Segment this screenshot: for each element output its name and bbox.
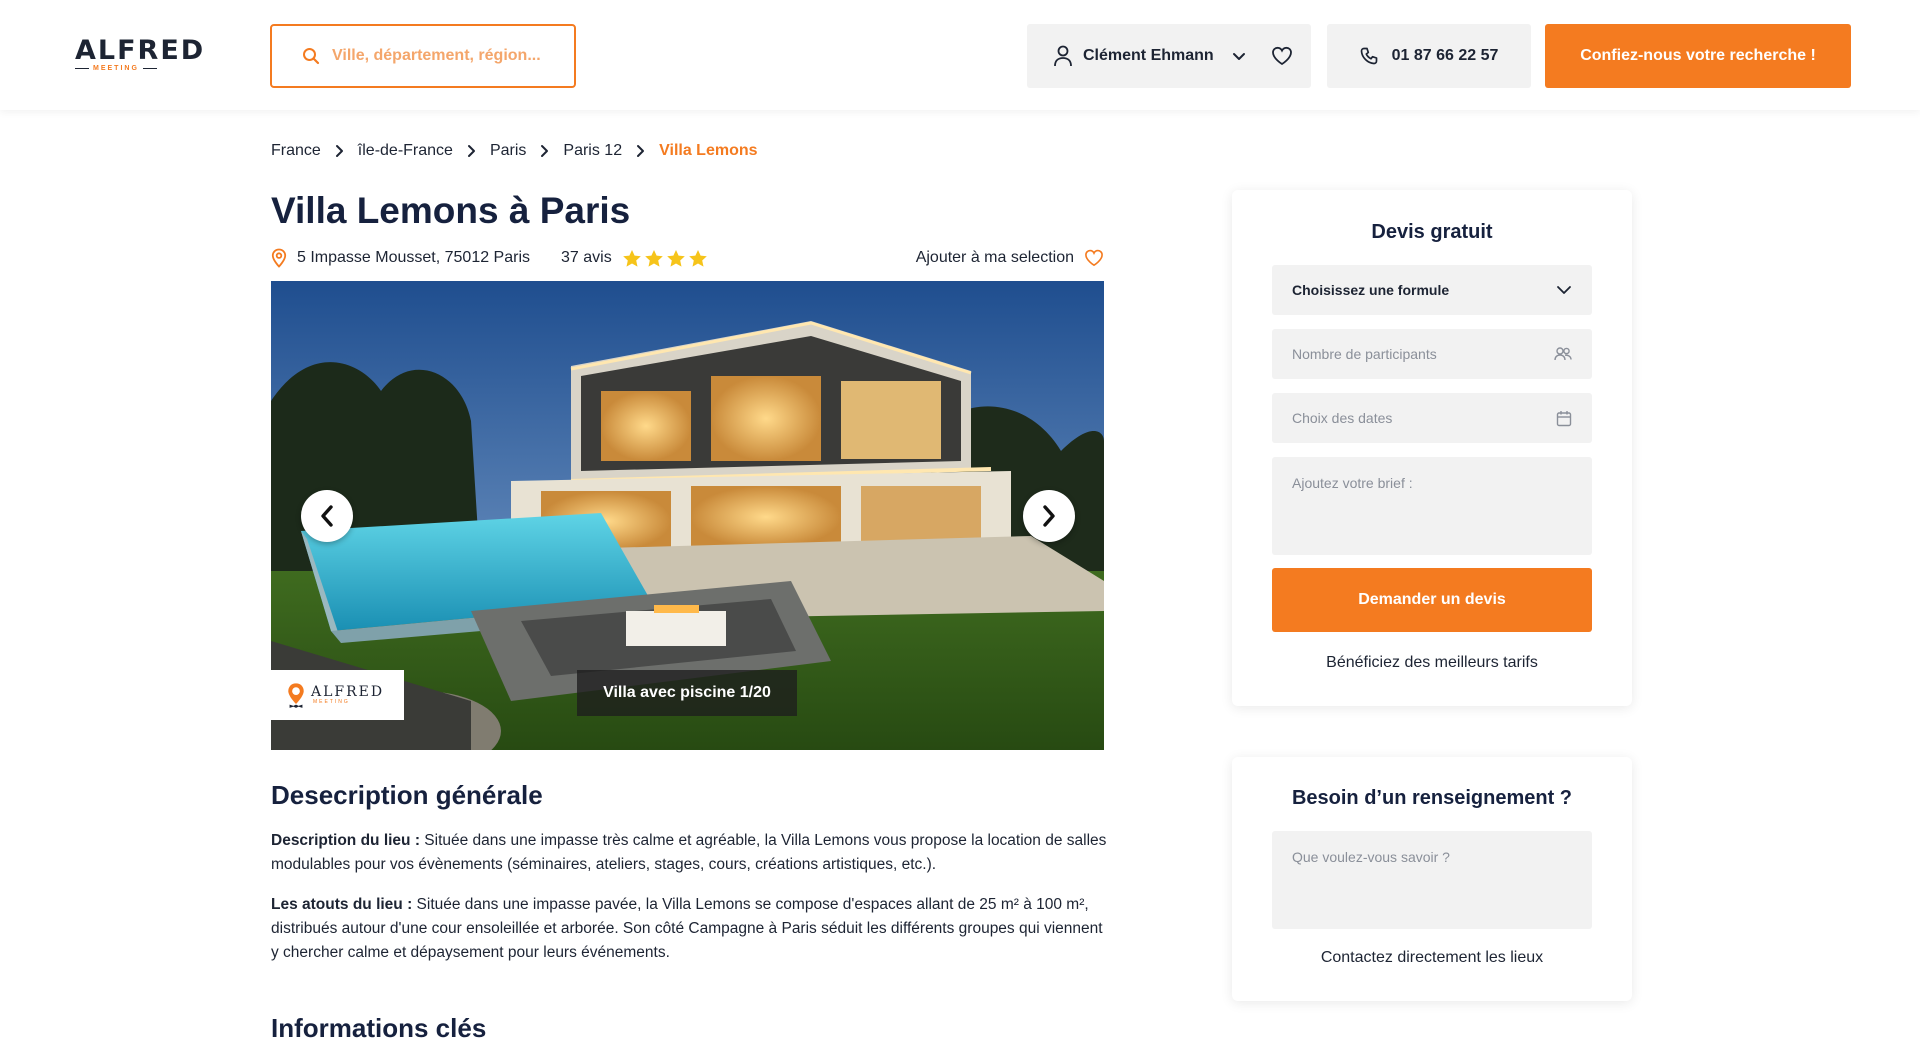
chevron-right-icon [636,144,645,158]
breadcrumb-item-paris-12[interactable]: Paris 12 [563,142,622,160]
assets-label: Les atouts du lieu : [271,896,413,913]
alfred-logo[interactable]: ALFRED MEETING [69,32,204,78]
add-to-selection-label: Ajouter à ma selection [915,249,1074,266]
chevron-right-icon [467,144,476,158]
chevron-down-icon [1232,52,1245,60]
quote-card: Devis gratuit Choisissez une formule Nom… [1232,190,1632,706]
reviews-count[interactable]: 37 avis [561,249,612,267]
quote-card-title: Devis gratuit [1371,221,1493,243]
heart-icon[interactable] [1271,46,1293,66]
dates-field[interactable]: Choix des dates [1272,393,1592,443]
arrow-right-icon [1043,505,1055,527]
photo-gallery[interactable]: ALFRED MEETING Villa avec piscine 1/20 [271,281,1104,750]
arrow-left-icon [321,505,333,527]
key-info-heading: Informations clés [271,1013,487,1043]
gallery-logo-sub: MEETING [313,698,350,705]
contact-venue-link[interactable]: Contactez directement les lieux [1232,949,1632,967]
gallery-next-button[interactable] [1023,490,1075,542]
info-card-title: Besoin d’un renseignement ? [1291,787,1573,809]
gallery-watermark-logo: ALFRED MEETING [271,670,404,720]
phone-number: 01 87 66 22 57 [1391,47,1499,64]
assets-paragraph: Les atouts du lieu : Située dans une imp… [271,893,1111,965]
formula-select-value: Choisissez une formule [1292,282,1450,298]
gallery-caption: Villa avec piscine 1/20 [577,670,797,716]
star-icon [666,249,685,267]
request-quote-button[interactable]: Demander un devis [1272,568,1592,632]
location-pin-icon [271,248,287,268]
brief-textarea[interactable]: Ajoutez votre brief : [1272,457,1592,555]
search-icon [303,48,320,65]
page-title: Villa Lemons à Paris [271,190,631,231]
logo-word: ALFRED [75,35,206,66]
user-name: Clément Ehmann [1083,47,1214,64]
venue-meta: 5 Impasse Mousset, 75012 Paris 37 avis A… [271,246,1104,270]
question-textarea[interactable]: Que voulez-vous savoir ? [1272,831,1592,929]
chevron-right-icon [335,144,344,158]
gallery-logo-word: ALFRED [311,683,385,700]
user-icon [1054,45,1072,67]
search-box[interactable] [270,24,576,88]
breadcrumb-item-paris[interactable]: Paris [490,142,526,160]
formula-select[interactable]: Choisissez une formule [1272,265,1592,315]
dates-placeholder: Choix des dates [1292,410,1393,426]
top-header: ALFRED MEETING Clément Ehmann 01 87 66 2… [0,0,1920,110]
user-menu-button[interactable]: Clément Ehmann [1027,24,1311,88]
star-icon [622,249,641,267]
rating-stars [622,249,708,268]
description-label: Description du lieu : [271,832,420,849]
breadcrumb-item-region[interactable]: île-de-France [358,142,453,160]
chevron-right-icon [540,144,549,158]
add-to-selection[interactable]: Ajouter à ma selection [916,249,1104,267]
breadcrumb-item-current: Villa Lemons [659,142,758,159]
chevron-down-icon [1557,286,1571,294]
location-pin-icon [288,683,304,708]
logo-sub: MEETING [93,65,139,72]
info-request-card: Besoin d’un renseignement ? Que voulez-v… [1232,757,1632,1001]
description-paragraph: Description du lieu : Située dans une im… [271,829,1111,877]
participants-icon [1554,347,1572,361]
star-icon [688,249,707,267]
breadcrumb-item-france[interactable]: France [271,142,321,160]
search-input[interactable] [332,47,552,65]
star-icon [644,249,663,267]
participants-placeholder: Nombre de participants [1292,346,1437,362]
question-placeholder: Que voulez-vous savoir ? [1292,849,1450,865]
venue-address: 5 Impasse Mousset, 75012 Paris [297,249,531,266]
breadcrumb: France île-de-France Paris Paris 12 Vill… [271,140,758,162]
quote-card-footer: Bénéficiez des meilleurs tarifs [1326,654,1538,671]
confiez-recherche-button[interactable]: Confiez-nous votre recherche ! [1545,24,1851,88]
gallery-prev-button[interactable] [301,490,353,542]
phone-button[interactable]: 01 87 66 22 57 [1327,24,1531,88]
participants-field[interactable]: Nombre de participants [1272,329,1592,379]
phone-icon [1360,47,1377,65]
description-heading: Desecription générale [271,780,543,810]
calendar-icon [1556,410,1572,426]
brief-placeholder: Ajoutez votre brief : [1292,475,1413,491]
heart-icon [1085,249,1103,267]
